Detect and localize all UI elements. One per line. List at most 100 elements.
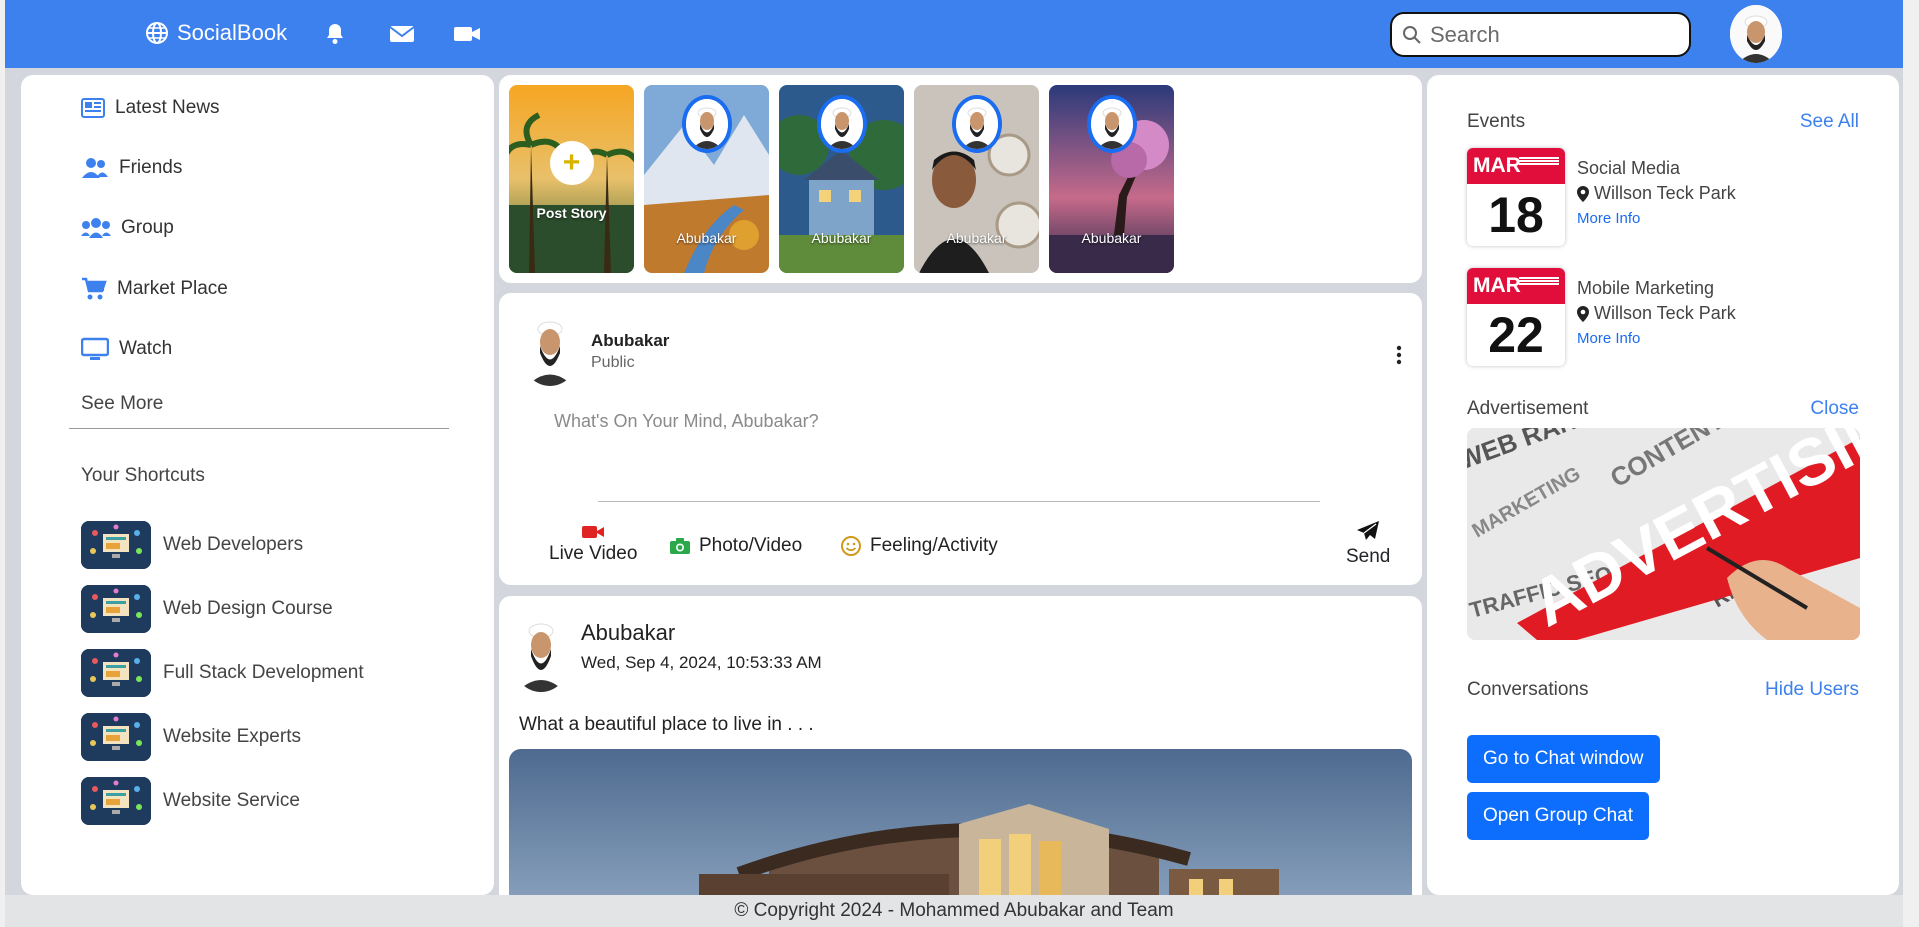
brand-name: SocialBook [177, 20, 288, 45]
live-video-button[interactable]: Live Video [549, 523, 637, 565]
story-card[interactable]: Abubakar [644, 85, 769, 273]
send-label: Send [1346, 546, 1391, 567]
post-story-card[interactable]: + Post Story [509, 85, 634, 273]
conversations-heading: Conversations [1467, 679, 1589, 700]
calendar-icon: MAR 22 [1467, 268, 1565, 366]
send-button[interactable]: Send [1346, 520, 1390, 568]
shortcut-label: Website Experts [163, 726, 301, 747]
shortcut-website-service[interactable]: Website Service [81, 777, 300, 825]
story-avatar [951, 95, 1002, 153]
post-input[interactable] [554, 411, 1254, 432]
events-heading: Events [1467, 111, 1526, 132]
shortcut-thumbnail [81, 585, 151, 633]
composer-privacy[interactable]: Public [591, 354, 635, 372]
footer: © Copyright 2024 - Mohammed Abubakar and… [5, 895, 1903, 927]
photo-video-button[interactable]: Photo/Video [669, 535, 802, 557]
profile-avatar[interactable] [1730, 5, 1782, 63]
advertisement-heading: Advertisement [1467, 398, 1589, 419]
shortcut-label: Full Stack Development [163, 662, 364, 683]
paper-plane-icon [1357, 521, 1380, 540]
add-story-icon[interactable]: + [549, 141, 594, 185]
newspaper-icon [81, 98, 105, 118]
story-card[interactable]: Abubakar [779, 85, 904, 273]
calendar-header-decoration [1519, 276, 1559, 286]
create-post-card: Abubakar Public Live Video Photo/Video F… [499, 293, 1422, 585]
story-name: Abubakar [676, 230, 737, 246]
story-avatar [681, 95, 732, 153]
sidebar-item-friends[interactable]: Friends [81, 157, 182, 179]
shortcut-thumbnail [81, 777, 151, 825]
close-ad-link[interactable]: Close [1810, 398, 1859, 420]
story-avatar [1086, 95, 1137, 153]
more-options-icon[interactable] [1396, 345, 1402, 365]
right-sidebar: Events See All MAR 18 Social Media Wills… [1427, 75, 1899, 895]
envelope-icon[interactable] [389, 22, 415, 46]
monitor-icon [81, 337, 109, 360]
sidebar-item-watch[interactable]: Watch [81, 337, 172, 361]
calendar-icon: MAR 18 [1467, 148, 1565, 246]
brand-logo[interactable]: SocialBook [145, 20, 287, 46]
composer-user-name: Abubakar [591, 331, 670, 350]
feeling-activity-label: Feeling/Activity [870, 535, 998, 556]
left-sidebar: Latest News Friends Group Market Place W… [21, 75, 494, 895]
more-info-link[interactable]: More Info [1577, 330, 1640, 347]
post-author-name[interactable]: Abubakar [581, 620, 675, 646]
shortcut-label: Web Developers [163, 534, 304, 555]
sidebar-item-market-place[interactable]: Market Place [81, 277, 228, 301]
post-author-avatar[interactable] [509, 612, 573, 692]
sidebar-item-label: Friends [119, 157, 183, 178]
sidebar-item-latest-news[interactable]: Latest News [81, 97, 220, 119]
event-title: Mobile Marketing [1577, 278, 1715, 298]
post-timestamp: Wed, Sep 4, 2024, 10:53:33 AM [581, 653, 822, 672]
more-info-link[interactable]: More Info [1577, 210, 1640, 227]
event-day: 18 [1488, 187, 1544, 243]
shortcut-thumbnail [81, 521, 151, 569]
story-card[interactable]: Abubakar [1049, 85, 1174, 273]
shortcut-label: Web Design Course [163, 598, 333, 619]
search-bar[interactable] [1390, 12, 1691, 57]
shortcut-thumbnail [81, 649, 151, 697]
shortcut-website-experts[interactable]: Website Experts [81, 713, 301, 761]
globe-icon [146, 22, 168, 44]
story-card[interactable]: Abubakar [914, 85, 1039, 273]
event-location: Willson Teck Park [1577, 303, 1736, 324]
event-month: MAR [1473, 154, 1521, 177]
shortcut-web-developers[interactable]: Web Developers [81, 521, 303, 569]
feeling-activity-button[interactable]: Feeling/Activity [840, 535, 998, 557]
search-input[interactable] [1430, 21, 1670, 48]
stories-bar: + Post Story Abubakar Abubakar Abubakar … [499, 75, 1422, 283]
go-to-chat-button[interactable]: Go to Chat window [1467, 735, 1660, 783]
camera-icon [670, 538, 690, 554]
shortcut-thumbnail [81, 713, 151, 761]
see-more-link[interactable]: See More [81, 393, 163, 415]
search-icon [1403, 25, 1421, 44]
advertisement-image[interactable]: WEB RANK MARKETING TRAFFIC SEO CONTENT R… [1467, 428, 1860, 640]
smile-icon [841, 536, 861, 556]
event-month: MAR [1473, 274, 1521, 297]
shortcut-label: Website Service [163, 790, 300, 811]
photo-video-label: Photo/Video [699, 535, 803, 556]
event-day: 22 [1488, 307, 1544, 363]
composer-divider [598, 501, 1320, 502]
bell-icon[interactable] [323, 22, 347, 46]
story-avatar [816, 95, 867, 153]
video-camera-icon [582, 526, 605, 538]
sidebar-item-group[interactable]: Group [81, 217, 174, 239]
calendar-header-decoration [1519, 156, 1559, 166]
open-group-chat-button[interactable]: Open Group Chat [1467, 792, 1649, 840]
see-all-link[interactable]: See All [1800, 111, 1859, 133]
video-icon[interactable] [453, 22, 481, 46]
cart-icon [82, 277, 107, 300]
hide-users-link[interactable]: Hide Users [1765, 679, 1859, 701]
post-image[interactable] [509, 749, 1412, 896]
group-icon [81, 218, 111, 238]
post-text: What a beautiful place to live in . . . [519, 714, 814, 735]
event-title: Social Media [1577, 158, 1681, 178]
event-location-label: Willson Teck Park [1594, 303, 1736, 323]
shortcut-full-stack-development[interactable]: Full Stack Development [81, 649, 364, 697]
sidebar-divider [69, 428, 449, 429]
map-marker-icon [1577, 305, 1589, 322]
sidebar-item-label: Group [121, 217, 174, 238]
users-icon [82, 158, 108, 178]
shortcut-web-design-course[interactable]: Web Design Course [81, 585, 333, 633]
